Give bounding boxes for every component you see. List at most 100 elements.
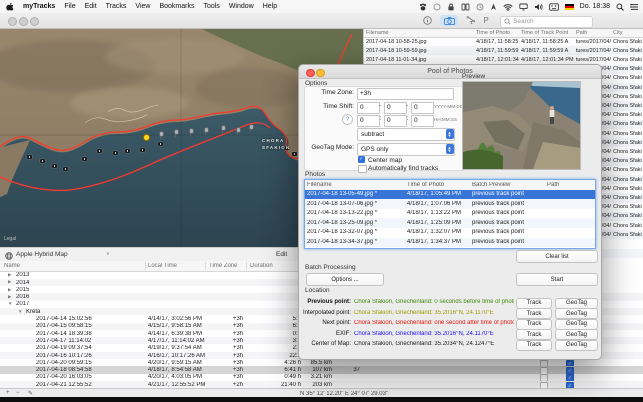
menu-app-name[interactable]: myTracks [23, 3, 55, 10]
dialog-photo-row[interactable]: 2017-04-18 13-05-49.jpg *4/18/17, 1:05:4… [305, 190, 595, 200]
remove-track-button[interactable]: − [16, 390, 20, 396]
lock-status-icon[interactable] [447, 2, 455, 11]
menu-item-tracks[interactable]: Tracks [106, 3, 127, 10]
track-row[interactable]: 2017-04-20 16:03:054/20/17, 4:03:05 PM+3… [0, 374, 643, 381]
map-legal-label[interactable]: Legal [4, 236, 16, 242]
dialog-photos-col-1[interactable]: Time of Photo [407, 182, 470, 188]
camera-marker[interactable] [82, 157, 87, 161]
camera-marker[interactable] [113, 151, 118, 155]
col-name[interactable]: Name [4, 263, 20, 269]
shift-second-field[interactable]: 0 [411, 115, 434, 127]
location-geotag-button[interactable]: GeoTag [555, 308, 598, 319]
location-track-button[interactable]: Track [516, 308, 552, 319]
menu-clock[interactable]: Do. 18:38 [580, 3, 610, 10]
window-zoom-button[interactable] [30, 17, 39, 26]
display-icon[interactable] [519, 2, 528, 11]
camera-marker[interactable] [52, 164, 57, 168]
menu-item-help[interactable]: Help [263, 3, 277, 10]
geotag-mode-select[interactable]: GPS only ▲▼ [357, 143, 455, 156]
shift-day-field[interactable]: 0 [411, 102, 434, 114]
dialog-photo-row[interactable]: 2017-04-18 13-32-07.jpg *4/18/17, 1:32:0… [305, 228, 595, 238]
photo-panel-col-0[interactable]: Filename [366, 30, 474, 36]
paw-status-icon[interactable] [419, 2, 427, 11]
col-local-time[interactable]: Local Time [148, 263, 177, 269]
shift-year-field[interactable]: 0 [357, 102, 380, 114]
menu-item-bookmarks[interactable]: Bookmarks [159, 3, 194, 10]
map-type-selector[interactable]: Apple Hybrid Map [16, 251, 68, 258]
camera-marker[interactable] [158, 142, 163, 146]
trackpoint-pin-marker[interactable] [250, 127, 251, 132]
location-track-button[interactable]: Track [516, 319, 552, 330]
input-source-icon[interactable] [549, 2, 559, 11]
camera-marker[interactable] [292, 152, 297, 156]
waypoint-flag-tool-button[interactable]: P [477, 15, 495, 26]
shift-minute-field[interactable]: 0 [384, 115, 407, 127]
dialog-title-bar[interactable]: Pool of Photos [299, 65, 601, 79]
camera-marker[interactable] [63, 167, 68, 171]
window-minimize-button[interactable] [19, 17, 28, 26]
info-tool-button[interactable] [418, 15, 436, 26]
chevron-down-icon[interactable]: ∨ [106, 251, 110, 257]
photo-panel-col-1[interactable]: Time of Photo [476, 30, 519, 36]
menu-item-view[interactable]: View [135, 3, 150, 10]
location-geotag-button[interactable]: GeoTag [555, 298, 598, 309]
photo-panel-col-3[interactable]: Path [576, 30, 611, 36]
start-button[interactable]: Start [516, 273, 598, 286]
dialog-photos-col-3[interactable]: Path [547, 182, 591, 188]
shift-month-field[interactable]: 0 [384, 102, 407, 114]
disclosure-closed-icon[interactable]: ▶ [8, 294, 11, 300]
shift-mode-select[interactable]: subtract ▲▼ [357, 128, 455, 141]
dialog-photos-col-0[interactable]: Filename [307, 182, 405, 188]
dialog-photo-row[interactable]: 2017-04-18 13-34-37.jpg *4/18/17, 1:34:3… [305, 238, 595, 248]
menu-item-tools[interactable]: Tools [203, 3, 219, 10]
location-track-button[interactable]: Track [516, 298, 552, 309]
batch-options-button[interactable]: Options ... [306, 273, 384, 286]
camera-tool-button[interactable] [440, 15, 458, 26]
german-flag-icon[interactable] [565, 4, 574, 10]
col-duration[interactable]: Duration [250, 263, 273, 269]
clear-list-button[interactable]: Clear list [516, 250, 598, 263]
location-geotag-button[interactable]: GeoTag [555, 340, 598, 351]
wifi-icon[interactable] [503, 2, 513, 11]
time-zone-field[interactable]: +3h [357, 88, 454, 100]
track-row[interactable]: 2017-04-18 08:54:584/18/17, 8:54:58 AM+3… [0, 366, 643, 373]
location-track-button[interactable]: Track [516, 329, 552, 340]
window-close-button[interactable] [8, 17, 17, 26]
menu-item-window[interactable]: Window [229, 3, 254, 10]
menu-item-file[interactable]: File [64, 3, 75, 10]
circle-status-icon[interactable] [433, 2, 441, 11]
shift-hour-field[interactable]: 0 [357, 115, 380, 127]
clock-status-icon[interactable] [476, 2, 484, 11]
dialog-photos-col-2[interactable]: Batch Preview [472, 182, 545, 188]
center-map-checkbox[interactable]: ✓ [358, 156, 365, 163]
find-tracks-checkbox[interactable] [358, 165, 367, 174]
disclosure-closed-icon[interactable]: ▶ [8, 279, 11, 285]
apple-menu-icon[interactable] [6, 2, 14, 11]
photo-panel-col-2[interactable]: Time of Track Point [521, 30, 574, 36]
location-geotag-button[interactable]: GeoTag [555, 319, 598, 330]
add-track-button[interactable]: + [6, 390, 10, 396]
center-map-label[interactable]: Center map [368, 157, 402, 164]
find-tracks-label[interactable]: Automatically find tracks [368, 165, 438, 172]
trackpoint-pin-marker[interactable] [190, 131, 191, 136]
col-time-zone[interactable]: Time Zone [209, 263, 237, 269]
dialog-photo-row[interactable]: 2017-04-18 13-25-09.jpg *4/18/17, 1:25:0… [305, 218, 595, 228]
camera-marker[interactable] [125, 149, 130, 153]
trackpoint-pin-marker[interactable] [237, 130, 238, 135]
camera-marker[interactable] [97, 149, 102, 153]
dialog-photo-row[interactable]: 2017-04-18 13-07-06.jpg *4/18/17, 1:07:0… [305, 199, 595, 209]
help-button[interactable]: ? [342, 114, 353, 125]
location-arrow-icon[interactable] [490, 2, 497, 11]
volume-icon[interactable] [534, 2, 543, 11]
disclosure-closed-icon[interactable]: ▶ [8, 287, 11, 293]
photo-panel-col-4[interactable]: City [613, 30, 642, 36]
track-row[interactable]: 2017-04-20 09:59:154/20/17, 9:59:15 AM+3… [0, 359, 643, 366]
photo-panel-row[interactable]: 2017-04-18 10-58-25.jpg4/18/17, 11:58:25… [364, 37, 643, 46]
trackpoint-pin-marker[interactable] [205, 130, 206, 135]
selected-photo-marker[interactable] [143, 134, 150, 141]
disclosure-open-icon[interactable]: ▼ [18, 309, 22, 314]
toolbar-search-field[interactable]: Search [500, 16, 593, 28]
camera-marker[interactable] [27, 155, 32, 159]
trackpoint-pin-marker[interactable] [175, 132, 176, 137]
camera-marker[interactable] [140, 148, 145, 152]
